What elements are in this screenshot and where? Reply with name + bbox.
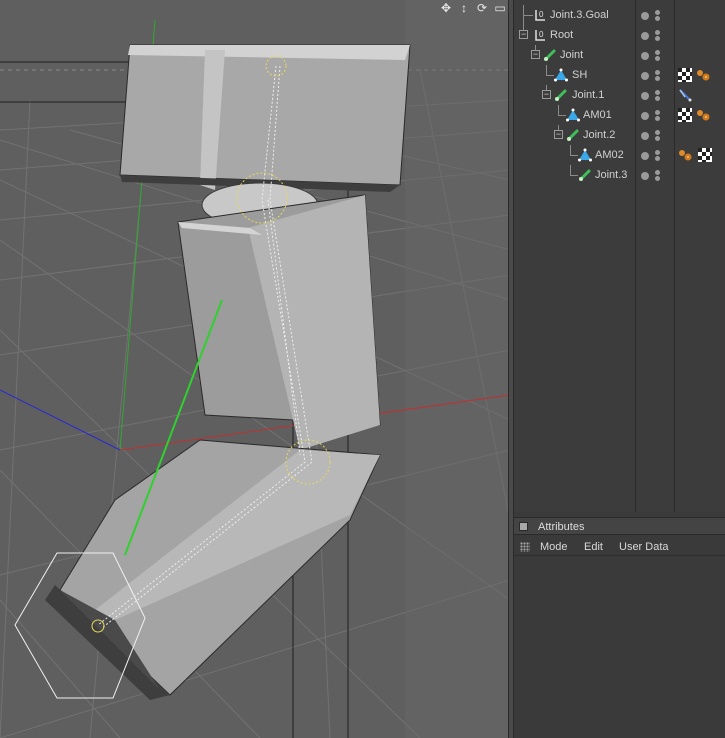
attributes-title: Attributes [538, 521, 585, 533]
axis-z-line [0, 389, 121, 451]
joint-icon [543, 48, 557, 62]
object-row[interactable]: − Joint.2 [514, 125, 725, 145]
render-visibility-dot[interactable] [655, 16, 660, 21]
object-row[interactable]: AM02 [514, 145, 725, 165]
editor-visibility-dot[interactable] [641, 72, 649, 80]
material-tag-icon[interactable] [696, 68, 710, 82]
object-name[interactable]: Joint.3 [595, 169, 627, 181]
render-visibility-dot[interactable] [655, 170, 660, 175]
object-row[interactable]: − Joint.1 [514, 85, 725, 105]
maximize-icon[interactable]: ▭ [493, 1, 507, 15]
collapse-toggle[interactable]: − [554, 130, 563, 139]
material-tag-icon[interactable] [678, 148, 692, 162]
texture-tag-icon[interactable] [698, 148, 712, 162]
object-name[interactable]: Joint [560, 49, 583, 61]
mesh-am01 [177, 194, 381, 450]
render-visibility-dot[interactable] [655, 90, 660, 95]
editor-visibility-dot[interactable] [641, 132, 649, 140]
object-name[interactable]: Root [550, 29, 573, 41]
editor-visibility-dot[interactable] [641, 172, 649, 180]
viewport-side-band [405, 0, 508, 738]
object-name[interactable]: Joint.1 [572, 89, 604, 101]
grip-icon[interactable] [520, 542, 530, 552]
menu-mode[interactable]: Mode [540, 541, 568, 553]
attributes-header: Attributes [514, 517, 725, 535]
move-icon[interactable]: ✥ [439, 1, 453, 15]
editor-visibility-dot[interactable] [641, 12, 649, 20]
menu-user-data[interactable]: User Data [619, 541, 669, 553]
render-visibility-dot[interactable] [655, 116, 660, 121]
render-visibility-dot[interactable] [655, 30, 660, 35]
render-visibility-dot[interactable] [655, 96, 660, 101]
render-visibility-dot[interactable] [655, 130, 660, 135]
svg-text:0: 0 [539, 10, 544, 19]
editor-visibility-dot[interactable] [641, 52, 649, 60]
attributes-panel: Attributes Mode Edit User Data [514, 512, 725, 738]
viewport-nav-icons: ✥ ↕ ⟳ ▭ [439, 1, 507, 15]
render-visibility-dot[interactable] [655, 36, 660, 41]
object-name[interactable]: Joint.3.Goal [550, 9, 609, 21]
render-visibility-dot[interactable] [655, 76, 660, 81]
render-visibility-dot[interactable] [655, 10, 660, 15]
polygon-object-icon [578, 148, 592, 162]
polygon-object-icon [554, 68, 568, 82]
rotate-icon[interactable]: ⟳ [475, 1, 489, 15]
viewport-scene[interactable] [0, 0, 510, 738]
3d-viewport[interactable]: ✥ ↕ ⟳ ▭ [0, 0, 510, 738]
render-visibility-dot[interactable] [655, 56, 660, 61]
object-name[interactable]: Joint.2 [583, 129, 615, 141]
object-name[interactable]: AM01 [583, 109, 612, 121]
render-visibility-dot[interactable] [655, 156, 660, 161]
object-row[interactable]: − 0 Root [514, 25, 725, 45]
object-manager: 0 Joint.3.Goal − 0 Root − Joint SH − Joi… [514, 0, 725, 512]
material-tag-icon[interactable] [696, 108, 710, 122]
render-visibility-dot[interactable] [655, 176, 660, 181]
mesh-am02 [45, 439, 381, 700]
ik-tag-icon[interactable] [678, 88, 692, 102]
joint-icon [554, 88, 568, 102]
editor-visibility-dot[interactable] [641, 152, 649, 160]
dolly-icon[interactable]: ↕ [457, 1, 471, 15]
render-visibility-dot[interactable] [655, 70, 660, 75]
object-row[interactable]: Joint.3 [514, 165, 725, 185]
object-row[interactable]: − Joint [514, 45, 725, 65]
render-visibility-dot[interactable] [655, 136, 660, 141]
object-row[interactable]: AM01 [514, 105, 725, 125]
render-visibility-dot[interactable] [655, 50, 660, 55]
attributes-menubar: Mode Edit User Data [514, 538, 725, 556]
joint-icon [566, 128, 580, 142]
texture-tag-icon[interactable] [678, 68, 692, 82]
menu-edit[interactable]: Edit [584, 541, 603, 553]
polygon-object-icon [566, 108, 580, 122]
null-object-icon: 0 [533, 28, 547, 42]
svg-text:0: 0 [539, 30, 544, 39]
editor-visibility-dot[interactable] [641, 112, 649, 120]
collapse-toggle[interactable]: − [531, 50, 540, 59]
collapse-toggle[interactable]: − [519, 30, 528, 39]
render-visibility-dot[interactable] [655, 110, 660, 115]
object-row[interactable]: SH [514, 65, 725, 85]
render-visibility-dot[interactable] [655, 150, 660, 155]
joint-icon [578, 168, 592, 182]
editor-visibility-dot[interactable] [641, 32, 649, 40]
object-name[interactable]: AM02 [595, 149, 624, 161]
object-name[interactable]: SH [572, 69, 587, 81]
editor-visibility-dot[interactable] [641, 92, 649, 100]
texture-tag-icon[interactable] [678, 108, 692, 122]
null-object-icon: 0 [533, 8, 547, 22]
panel-menu-icon[interactable] [519, 522, 528, 531]
object-row[interactable]: 0 Joint.3.Goal [514, 5, 725, 25]
collapse-toggle[interactable]: − [542, 90, 551, 99]
